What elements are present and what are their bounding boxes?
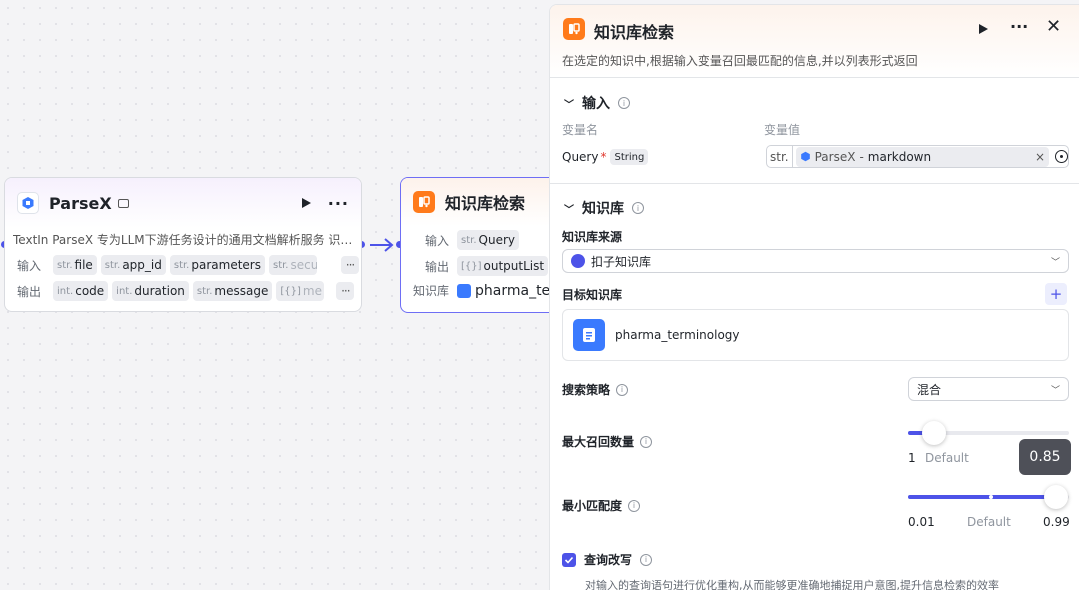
info-icon: i (628, 499, 641, 512)
max-recall-default-label: Default (925, 451, 969, 465)
query-rewrite-row: 查询改写 i (562, 551, 653, 568)
variable-value-header: 变量值 (764, 123, 801, 137)
min-match-min: 0.01 (908, 515, 935, 529)
output-tag: [{}] outputList (457, 256, 549, 276)
chevron-down-icon: ﹀ (564, 204, 574, 216)
value-type-prefix: str. (767, 146, 793, 167)
input-tag: str. file (53, 255, 97, 275)
output-label: 输出 (17, 284, 42, 299)
more-outputs-button[interactable]: ··· (336, 282, 355, 300)
input-label: 输入 (425, 233, 450, 248)
target-kb-label: 目标知识库 (562, 288, 623, 302)
coze-icon (571, 254, 585, 268)
max-recall-min: 1 (908, 451, 916, 465)
search-strategy-select[interactable]: 混合 ﹀ (908, 377, 1069, 401)
output-tag: int. duration (112, 281, 189, 301)
node-description: TextIn ParseX 专为LLM下游任务设计的通用文档解析服务 识… (13, 233, 353, 247)
parsex-logo-icon (800, 151, 810, 162)
info-icon: i (640, 435, 653, 448)
input-section-header[interactable]: ﹀ 输入 i (564, 93, 630, 113)
search-strategy-label: 搜索策略 i (562, 381, 629, 398)
min-match-default-label: Default (967, 515, 1011, 529)
node-settings-panel: 知识库检索 ··· ✕ 在选定的知识中,根据输入变量召回最匹配的信息,并以列表形… (549, 4, 1079, 590)
node-title: 知识库检索 (445, 194, 526, 213)
min-match-slider[interactable] (908, 481, 1069, 513)
section-divider (550, 183, 1079, 184)
node-header: 知识库检索 (401, 178, 559, 226)
variable-type-badge: String (610, 149, 649, 165)
chevron-down-icon: ﹀ (564, 99, 574, 111)
chevron-down-icon: ﹀ (1050, 385, 1060, 396)
kb-section-header[interactable]: ﹀ 知识库 i (564, 198, 644, 218)
variable-name: Query (562, 150, 599, 164)
run-icon[interactable] (300, 197, 312, 209)
variable-picker-icon[interactable] (1055, 150, 1068, 163)
input-tag: str. parameters (169, 255, 265, 275)
query-rewrite-description: 对输入的查询语句进行优化重构,从而能够更准确地捕捉用户意图,提升信息检索的效率 (585, 579, 999, 590)
close-icon[interactable]: ✕ (1046, 16, 1061, 37)
info-icon: i (618, 97, 630, 109)
kb-doc-icon (457, 283, 471, 298)
kb-card[interactable]: pharma_terminology (562, 309, 1069, 361)
slider-tooltip: 0.85 (1019, 439, 1071, 475)
query-rewrite-label: 查询改写 (584, 553, 633, 567)
plugin-badge-icon (117, 198, 129, 208)
required-mark: * (600, 150, 607, 164)
chevron-down-icon: ﹀ (1050, 257, 1060, 268)
query-rewrite-checkbox[interactable] (562, 552, 576, 567)
clear-icon[interactable]: × (1035, 150, 1045, 164)
input-tag: str. app_id (100, 255, 166, 275)
kb-name: pharma_terminology (615, 328, 740, 342)
panel-header: 知识库检索 ··· ✕ 在选定的知识中,根据输入变量召回最匹配的信息,并以列表形… (550, 5, 1079, 78)
add-kb-button[interactable]: + (1045, 283, 1067, 305)
tooltip-value: 0.85 (1029, 449, 1061, 465)
document-icon (573, 319, 605, 351)
input-tag: str. Query (457, 230, 519, 250)
node-header: ParseX ··· (5, 178, 361, 228)
slider-thumb[interactable] (1044, 485, 1068, 509)
max-recall-label: 最大召回数量 i (562, 433, 653, 450)
slider-thumb[interactable] (922, 421, 947, 445)
slider-fill (908, 495, 1046, 499)
knowledge-retrieval-node[interactable]: 知识库检索 输入 str. Query 输出 [{}] outputList 知识库… (400, 177, 560, 313)
kb-label: 知识库 (413, 284, 450, 298)
kb-value: pharma_te (475, 282, 551, 299)
variable-reference[interactable]: ParseX - markdown × (795, 146, 1050, 167)
variable-name-header: 变量名 (562, 123, 599, 137)
knowledge-icon (563, 18, 585, 40)
more-icon[interactable]: ··· (328, 194, 349, 213)
variable-value-field[interactable]: str. ParseX - markdown × (766, 145, 1069, 168)
input-label: 输入 (17, 258, 42, 273)
output-tag: [{}] me (276, 281, 325, 301)
input-tag: str. secu (268, 255, 317, 275)
parsex-logo-icon (17, 192, 39, 214)
more-inputs-button[interactable]: ··· (340, 256, 359, 274)
info-icon: i (632, 202, 644, 214)
output-tag: str. message (192, 281, 273, 301)
node-title: ParseX (49, 193, 112, 213)
min-match-max: 0.99 (1043, 515, 1070, 529)
parsex-node[interactable]: ParseX ··· TextIn ParseX 专为LLM下游任务设计的通用文… (4, 177, 362, 312)
panel-subtitle: 在选定的知识中,根据输入变量召回最匹配的信息,并以列表形式返回 (562, 54, 918, 68)
info-icon: i (616, 383, 629, 396)
output-tag: int. code (53, 281, 109, 301)
output-label: 输出 (425, 259, 450, 274)
panel-title: 知识库检索 (594, 23, 675, 42)
knowledge-icon (413, 191, 435, 213)
more-icon[interactable]: ··· (1010, 17, 1028, 36)
kb-source-label: 知识库来源 (562, 230, 623, 244)
variable-row: Query * String (562, 149, 649, 165)
run-icon[interactable] (977, 23, 989, 35)
default-marker (988, 495, 993, 499)
min-match-label: 最小匹配度 i (562, 497, 641, 514)
kb-source-select[interactable]: 扣子知识库 ﹀ (562, 249, 1069, 273)
info-icon: i (640, 553, 653, 566)
